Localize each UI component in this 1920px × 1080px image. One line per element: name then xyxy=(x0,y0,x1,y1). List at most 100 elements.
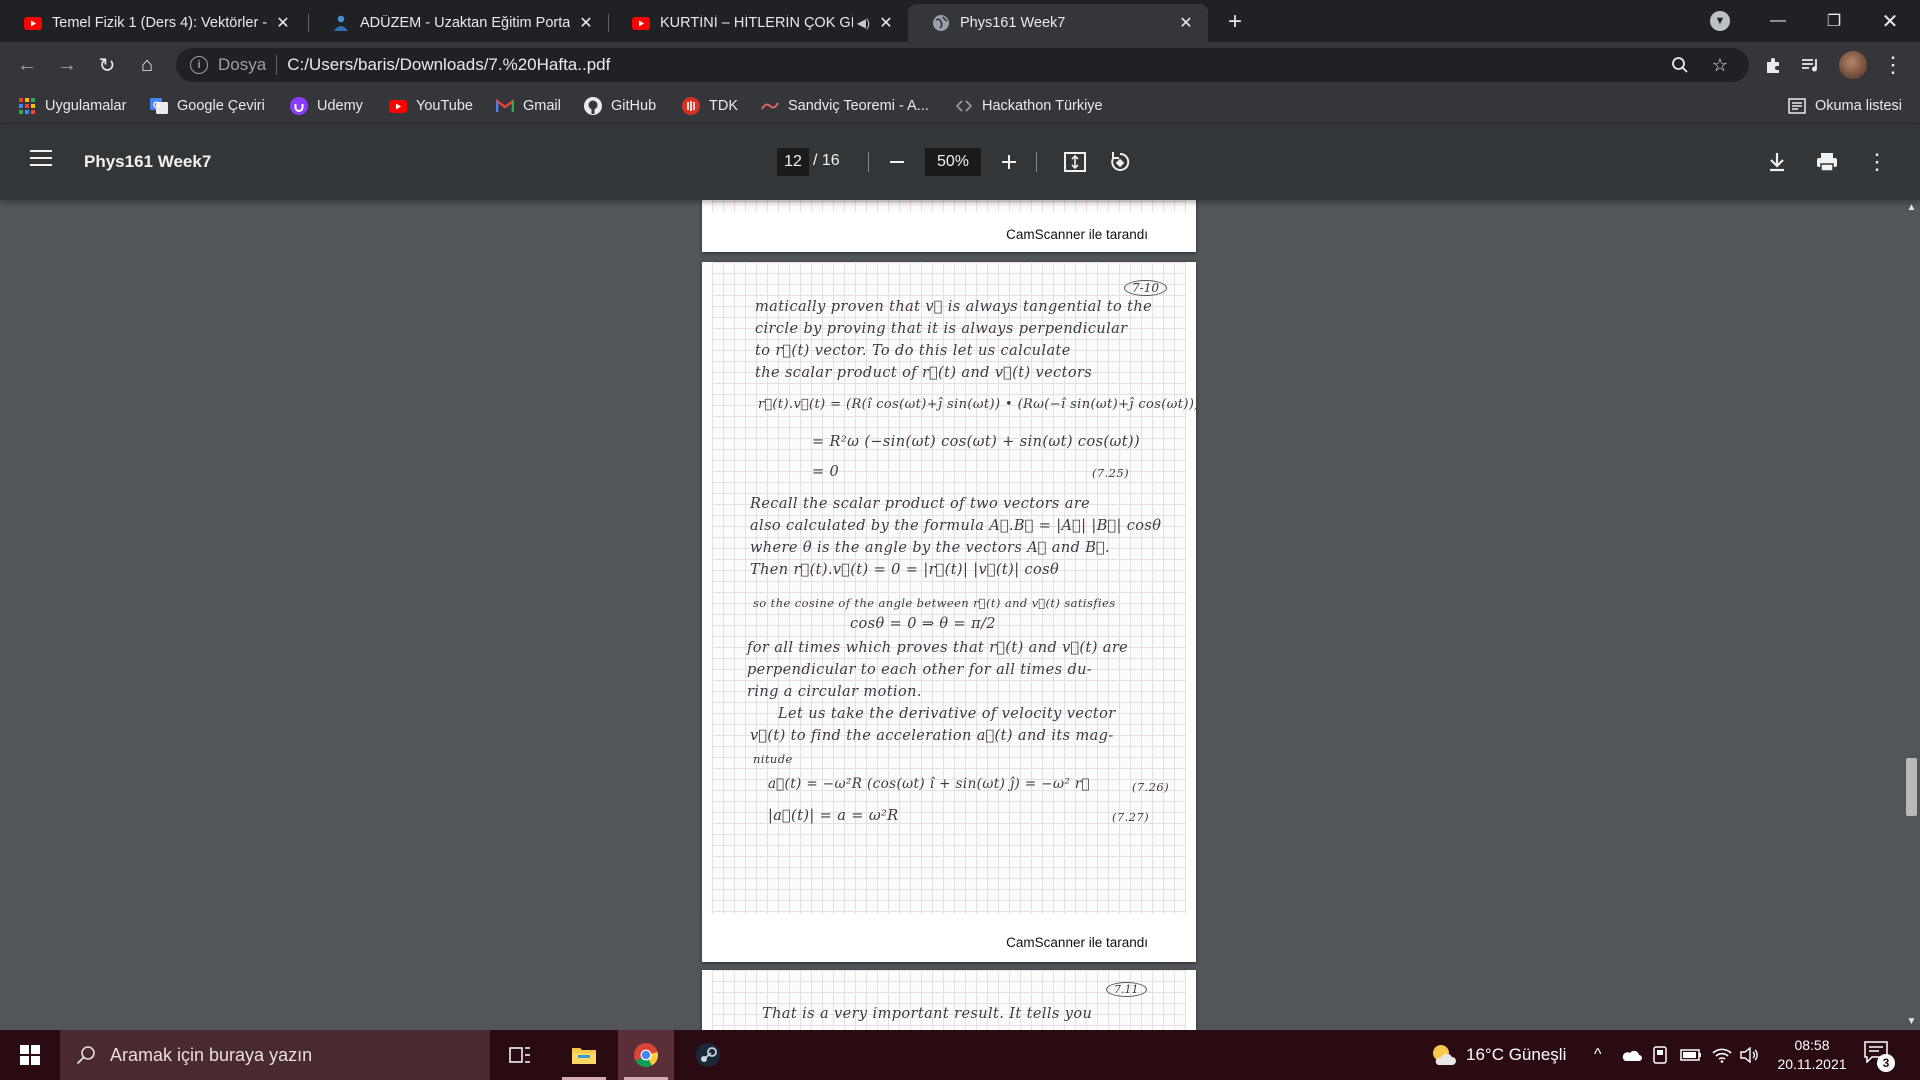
tab-kurtini[interactable]: KURTİNİ – HİTLERİN ÇOK GİZ ◀) ✕ xyxy=(608,4,908,42)
back-button[interactable]: ← xyxy=(12,50,42,80)
bookmark-star-icon[interactable]: ☆ xyxy=(1709,54,1731,76)
bookmark-tdk[interactable]: TDK xyxy=(682,94,738,118)
scan-grid xyxy=(712,200,1186,212)
fit-page-icon[interactable] xyxy=(1059,146,1091,178)
bookmark-udemy[interactable]: Udemy xyxy=(290,94,363,118)
bookmark-apps[interactable]: Uygulamalar xyxy=(18,94,126,118)
bookmark-github[interactable]: GitHub xyxy=(584,94,656,118)
handwritten-line: perpendicular to each other for all time… xyxy=(747,662,1093,678)
forward-button[interactable]: → xyxy=(52,50,82,80)
onedrive-icon[interactable] xyxy=(1620,1030,1642,1080)
reading-list-button[interactable]: Okuma listesi xyxy=(1788,94,1902,118)
new-tab-button[interactable]: + xyxy=(1221,8,1249,36)
toolbar-divider xyxy=(1036,152,1037,172)
bookmark-label: Gmail xyxy=(523,98,561,114)
task-view-icon[interactable] xyxy=(492,1030,548,1080)
pdf-viewer[interactable]: CamScanner ile tarandı 7-10 matically pr… xyxy=(0,200,1920,1030)
pdf-page-next: 7.11 That is a very important result. It… xyxy=(702,970,1196,1030)
zoom-in-button[interactable] xyxy=(993,146,1025,178)
pdf-page-previous: CamScanner ile tarandı xyxy=(702,200,1196,252)
udemy-icon xyxy=(290,97,308,115)
bookmark-sandvic[interactable]: Sandviç Teoremi - A... xyxy=(761,94,929,118)
scroll-up-arrow[interactable]: ▲ xyxy=(1903,200,1920,216)
profile-avatar[interactable] xyxy=(1839,51,1867,79)
tab-aduzem[interactable]: ADÜZEM - Uzaktan Eğitim Portalı ✕ xyxy=(308,4,608,42)
bookmark-page-icon xyxy=(955,97,973,115)
weather-widget[interactable]: 16°C Güneşli xyxy=(1430,1030,1566,1080)
extensions-icon[interactable] xyxy=(1758,50,1788,80)
close-tab-icon[interactable]: ✕ xyxy=(576,13,596,33)
chrome-icon[interactable] xyxy=(618,1030,674,1080)
home-button[interactable]: ⌂ xyxy=(132,50,162,80)
zoom-search-icon[interactable] xyxy=(1669,54,1691,76)
device-icon[interactable] xyxy=(1652,1030,1668,1080)
handwritten-line: nitude xyxy=(753,752,793,766)
page-number-mark: 7-10 xyxy=(1124,280,1167,296)
page-number-input[interactable]: 12 xyxy=(777,148,809,176)
taskbar-search-box[interactable]: Aramak için buraya yazın xyxy=(60,1030,490,1080)
zoom-out-button[interactable] xyxy=(881,146,913,178)
steam-icon[interactable] xyxy=(680,1030,736,1080)
google-translate-icon: G xyxy=(150,97,168,115)
bookmark-label: Udemy xyxy=(317,98,363,114)
toolbar-divider xyxy=(868,152,869,172)
wifi-icon[interactable] xyxy=(1712,1030,1732,1080)
volume-icon[interactable] xyxy=(1740,1030,1760,1080)
close-tab-icon[interactable]: ✕ xyxy=(1176,13,1196,33)
bookmark-gmail[interactable]: Gmail xyxy=(496,94,561,118)
browser-menu-icon[interactable]: ⋮ xyxy=(1878,50,1908,80)
print-icon[interactable] xyxy=(1811,146,1843,178)
handwritten-line: ring a circular motion. xyxy=(747,684,922,700)
pdf-more-icon[interactable]: ⋮ xyxy=(1861,146,1893,178)
github-icon xyxy=(584,97,602,115)
tab-title: KURTİNİ – HİTLERİN ÇOK GİZ xyxy=(660,15,853,31)
system-clock[interactable]: 08:58 20.11.2021 xyxy=(1766,1036,1858,1074)
tab-temel-fizik[interactable]: Temel Fizik 1 (Ders 4): Vektörler - ✕ xyxy=(0,4,305,42)
pdf-menu-icon[interactable] xyxy=(30,150,52,167)
youtube-icon xyxy=(24,14,42,32)
scroll-down-arrow[interactable]: ▼ xyxy=(1903,1014,1920,1030)
bookmark-hackathon[interactable]: Hackathon Türkiye xyxy=(955,94,1103,118)
download-icon[interactable] xyxy=(1761,146,1793,178)
handwritten-line: Then r⃗(t).v⃗(t) = 0 = |r⃗(t)| |v⃗(t)| c… xyxy=(750,562,1060,578)
handwritten-line: Let us take the derivative of velocity v… xyxy=(778,706,1116,722)
bookmark-label: Sandviç Teoremi - A... xyxy=(788,98,929,114)
file-explorer-icon[interactable] xyxy=(556,1030,612,1080)
restore-button[interactable]: ❐ xyxy=(1806,0,1862,42)
zoom-level-input[interactable]: 50% xyxy=(925,148,981,176)
bookmark-page-icon xyxy=(761,97,779,115)
tab-strip: Temel Fizik 1 (Ders 4): Vektörler - ✕ AD… xyxy=(0,0,1920,42)
handwritten-line: also calculated by the formula A⃗.B⃗ = |… xyxy=(750,518,1162,534)
bookmark-label: GitHub xyxy=(611,98,657,114)
battery-icon[interactable] xyxy=(1680,1030,1702,1080)
tab-search-icon[interactable]: ▼ xyxy=(1710,11,1730,31)
pdf-scrollbar[interactable]: ▲ ▼ xyxy=(1903,200,1920,1030)
equation-number: (7.27) xyxy=(1112,810,1149,824)
bookmark-google-translate[interactable]: G Google Çeviri xyxy=(150,94,265,118)
handwritten-line: Recall the scalar product of two vectors… xyxy=(750,496,1091,512)
close-window-button[interactable]: ✕ xyxy=(1862,0,1918,42)
handwritten-line: circle by proving that it is always perp… xyxy=(755,321,1128,337)
handwritten-equation: |a⃗(t)| = a = ω²R xyxy=(768,808,899,824)
clock-date: 20.11.2021 xyxy=(1777,1056,1847,1072)
minimize-button[interactable]: — xyxy=(1750,0,1806,42)
scrollbar-thumb[interactable] xyxy=(1906,758,1917,816)
rotate-icon[interactable] xyxy=(1104,146,1136,178)
windows-start-icon[interactable] xyxy=(0,1030,60,1080)
tray-overflow-chevron-icon[interactable]: ^ xyxy=(1594,1030,1602,1080)
close-tab-icon[interactable]: ✕ xyxy=(876,13,896,33)
address-bar[interactable]: i Dosya C:/Users/baris/Downloads/7.%20Ha… xyxy=(176,48,1749,82)
close-tab-icon[interactable]: ✕ xyxy=(273,13,293,33)
url-text[interactable]: C:/Users/baris/Downloads/7.%20Hafta..pdf xyxy=(287,55,610,75)
reload-button[interactable]: ↻ xyxy=(92,50,122,80)
bookmark-youtube[interactable]: YouTube xyxy=(389,94,473,118)
handwritten-line: so the cosine of the angle between r⃗(t)… xyxy=(753,596,1116,610)
handwritten-equation: = R²ω (−sin(ωt) cos(ωt) + sin(ωt) cos(ωt… xyxy=(812,434,1141,450)
notification-center-button[interactable]: 3 xyxy=(1862,1039,1895,1072)
reading-list-label: Okuma listesi xyxy=(1814,98,1902,114)
site-info-icon[interactable]: i xyxy=(190,56,208,74)
tab-title: ADÜZEM - Uzaktan Eğitim Portalı xyxy=(360,15,570,31)
tab-phys161[interactable]: Phys161 Week7 ✕ xyxy=(908,4,1208,42)
media-control-icon[interactable] xyxy=(1796,50,1826,80)
speaker-icon[interactable]: ◀) xyxy=(857,16,870,30)
